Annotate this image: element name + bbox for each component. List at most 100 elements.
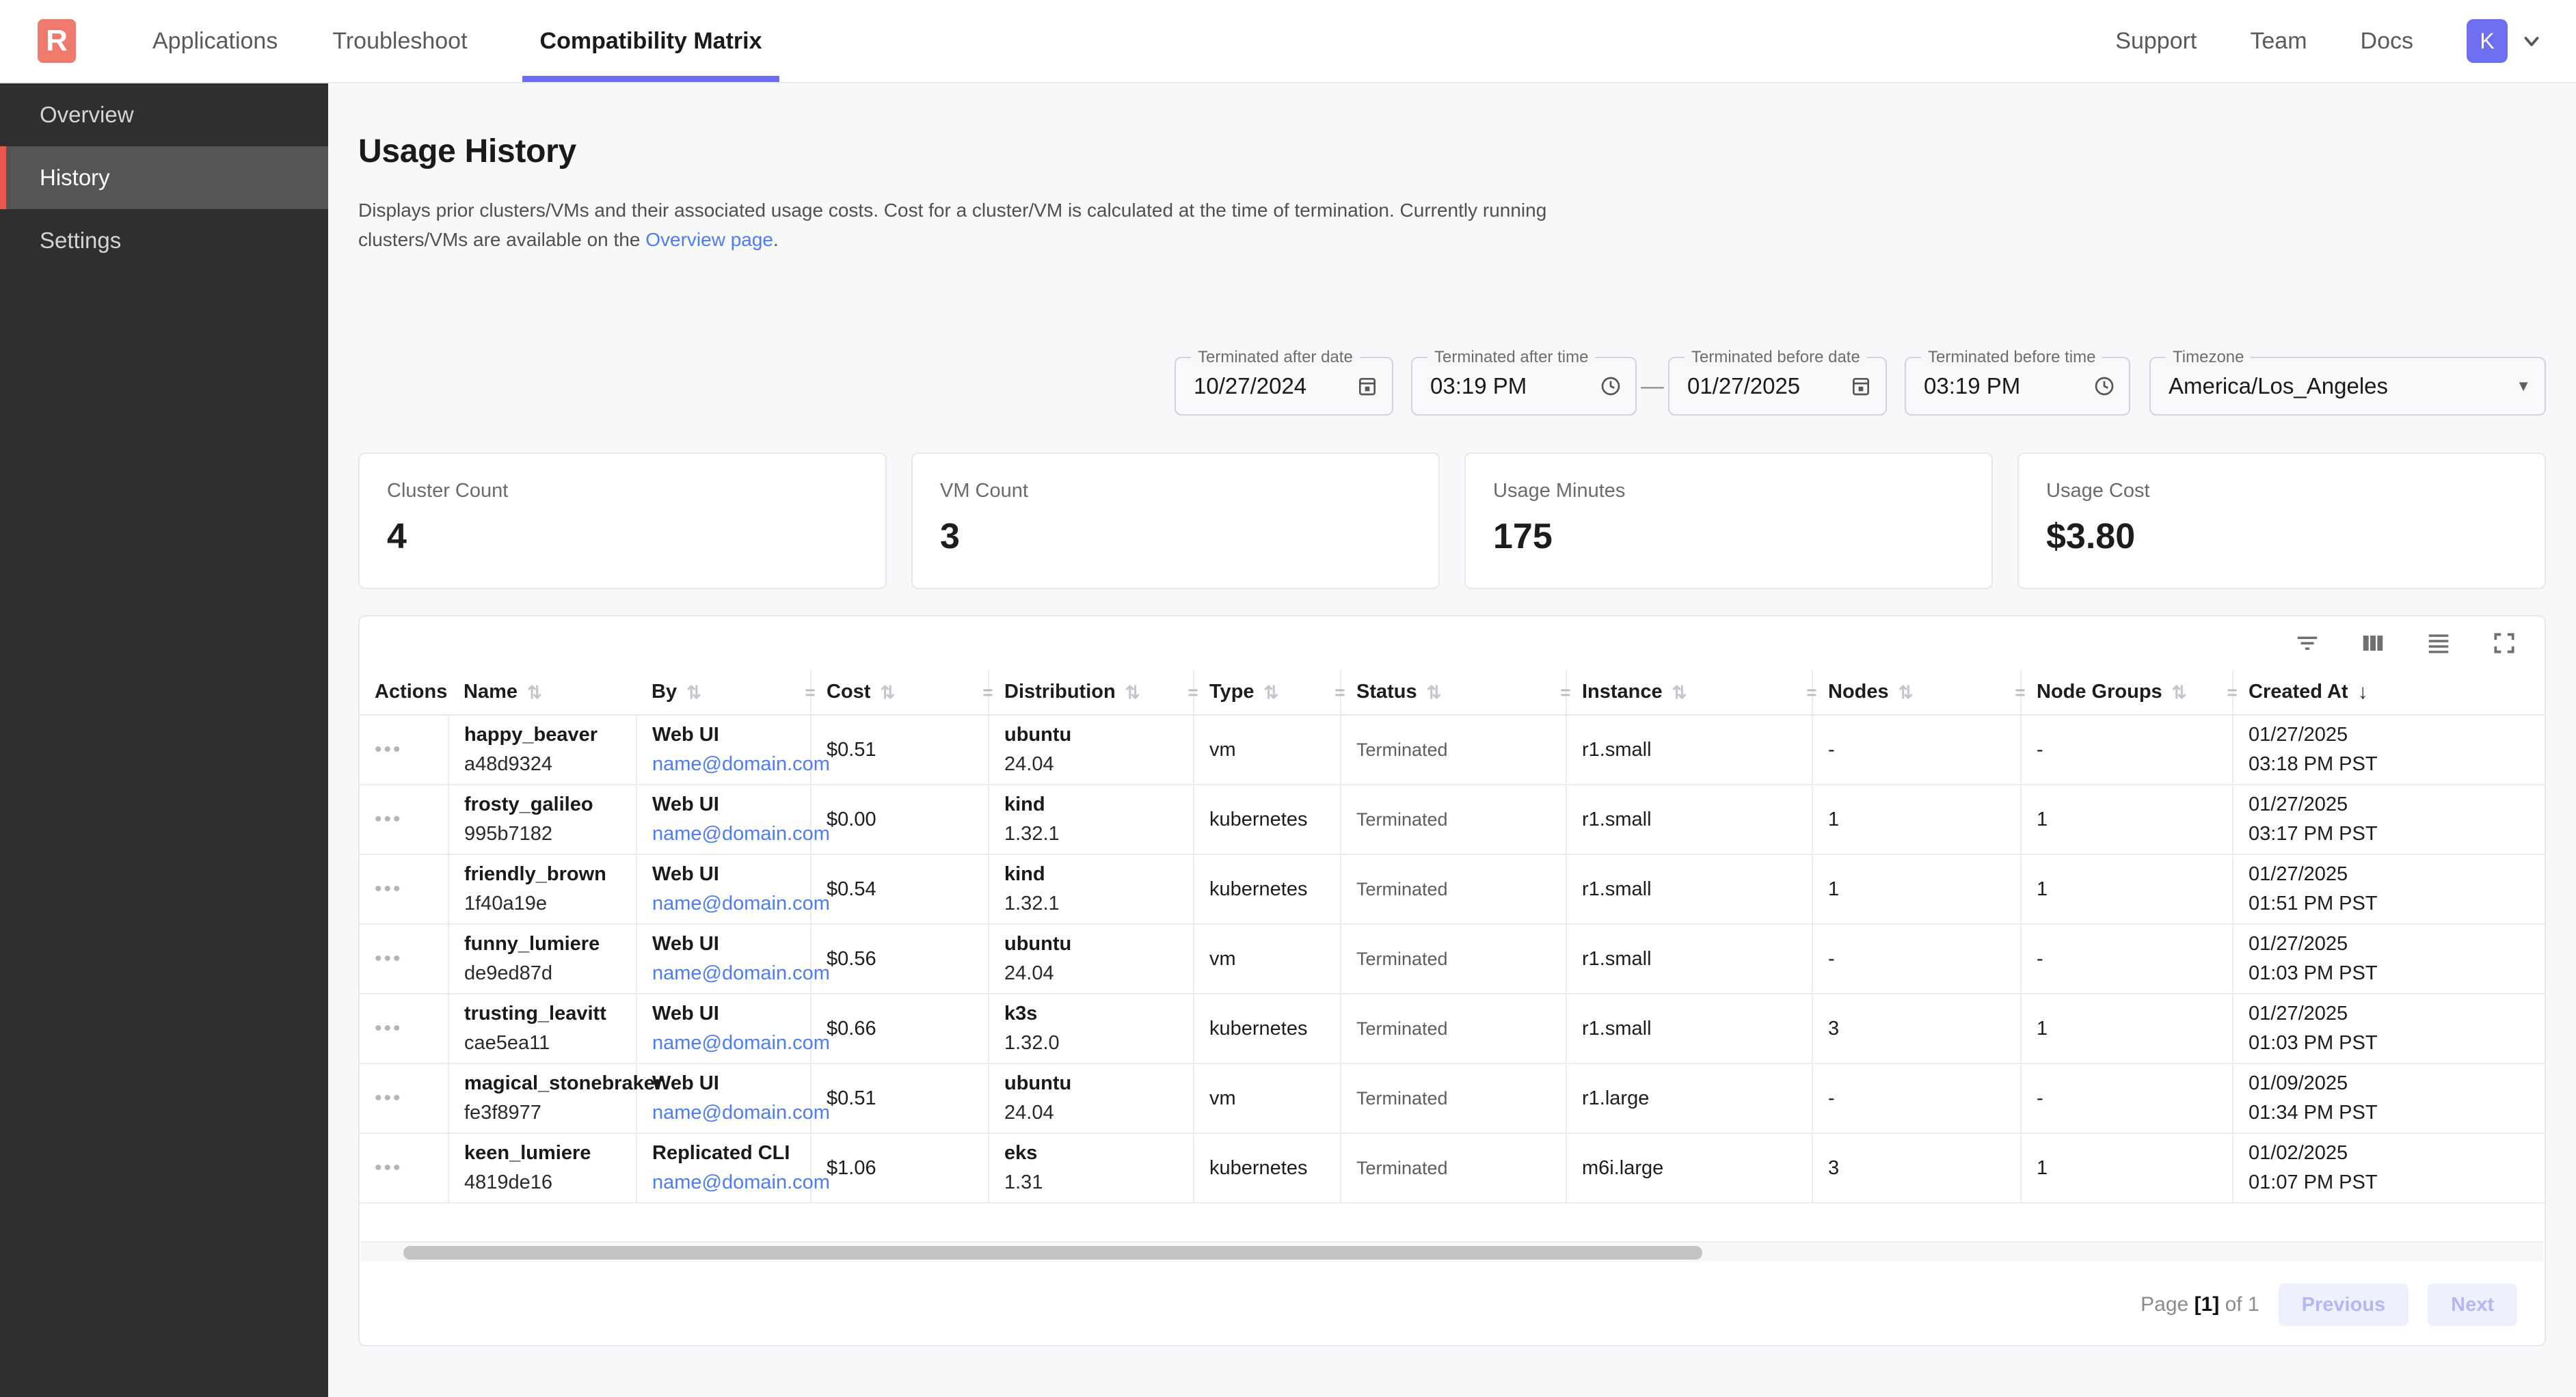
terminated-after-time-label: Terminated after time xyxy=(1427,348,1595,367)
sidebar-item-overview[interactable]: Overview xyxy=(0,83,328,146)
cell-distribution: kind1.32.1 xyxy=(989,785,1194,854)
cell-by: Web UIname@domain.com xyxy=(636,994,811,1063)
terminated-before-time-field[interactable]: Terminated before time 03:19 PM xyxy=(1905,357,2130,416)
terminated-before-date-field[interactable]: Terminated before date 01/27/2025 xyxy=(1668,357,1887,416)
row-email-link[interactable]: name@domain.com xyxy=(652,893,795,915)
row-email-link[interactable]: name@domain.com xyxy=(652,1032,795,1055)
cell-node-groups: - xyxy=(2021,1063,2233,1133)
column-header-name[interactable]: Name⇅ xyxy=(448,670,636,715)
row-actions-menu-icon[interactable]: ••• xyxy=(375,878,403,900)
row-id: 995b7182 xyxy=(464,823,621,845)
nav-link-docs[interactable]: Docs xyxy=(2361,28,2413,55)
row-version: 24.04 xyxy=(1004,1102,1178,1124)
row-distribution: kind xyxy=(1004,794,1178,816)
row-email-link[interactable]: name@domain.com xyxy=(652,823,795,845)
cell-actions[interactable]: ••• xyxy=(360,785,448,854)
filter-bar: Terminated after date 10/27/2024 Termina… xyxy=(328,357,2546,416)
table-row[interactable]: ••• keen_lumiere4819de16 Replicated CLIn… xyxy=(360,1133,2545,1203)
timezone-select[interactable]: Timezone America/Los_Angeles ▼ xyxy=(2149,357,2546,416)
column-header-status[interactable]: Status⇅ = xyxy=(1341,670,1566,715)
table-row[interactable]: ••• frosty_galileo995b7182 Web UIname@do… xyxy=(360,785,2545,854)
row-actions-menu-icon[interactable]: ••• xyxy=(375,1017,403,1040)
next-page-button[interactable]: Next xyxy=(2428,1284,2517,1326)
overview-page-link[interactable]: Overview page xyxy=(645,229,773,250)
sort-icon[interactable]: ⇅ xyxy=(1264,683,1279,701)
column-header-nodes[interactable]: Nodes⇅ = xyxy=(1812,670,2021,715)
stat-card-value: 175 xyxy=(1493,516,1964,557)
table-row[interactable]: ••• happy_beavera48d9324 Web UIname@doma… xyxy=(360,715,2545,785)
column-header-by[interactable]: By⇅ = xyxy=(636,670,811,715)
scrollbar-thumb[interactable] xyxy=(403,1246,1702,1260)
density-icon[interactable] xyxy=(2421,626,2456,660)
nav-link-support[interactable]: Support xyxy=(2115,28,2197,55)
sort-icon[interactable]: ⇅ xyxy=(880,683,895,701)
avatar[interactable]: K xyxy=(2467,19,2508,63)
row-actions-menu-icon[interactable]: ••• xyxy=(375,738,403,761)
cell-name: magical_stonebrakerfe3f8977 xyxy=(448,1063,636,1133)
nav-link-team[interactable]: Team xyxy=(2250,28,2307,55)
terminated-after-time-field[interactable]: Terminated after time 03:19 PM xyxy=(1411,357,1637,416)
column-header-created-at[interactable]: Created At↓ xyxy=(2233,670,2545,715)
row-email-link[interactable]: name@domain.com xyxy=(652,962,795,985)
nav-link-troubleshoot[interactable]: Troubleshoot xyxy=(332,0,467,82)
row-actions-menu-icon[interactable]: ••• xyxy=(375,808,403,830)
sort-icon[interactable]: ⇅ xyxy=(2172,683,2187,701)
sidebar-item-history[interactable]: History xyxy=(0,146,328,209)
row-actions-menu-icon[interactable]: ••• xyxy=(375,1156,403,1179)
cell-distribution: ubuntu24.04 xyxy=(989,715,1194,785)
column-header-cost[interactable]: Cost⇅ = xyxy=(811,670,989,715)
cell-actions[interactable]: ••• xyxy=(360,994,448,1063)
row-email-link[interactable]: name@domain.com xyxy=(652,1102,795,1124)
sort-icon[interactable]: ⇅ xyxy=(1427,683,1442,701)
table-row[interactable]: ••• magical_stonebrakerfe3f8977 Web UIna… xyxy=(360,1063,2545,1133)
clock-icon[interactable] xyxy=(2077,375,2115,397)
page-title: Usage History xyxy=(358,133,2576,170)
table-scroll-region[interactable]: Actions Name⇅ By⇅ = Cost⇅ = xyxy=(360,670,2545,1204)
columns-icon[interactable] xyxy=(2356,626,2390,660)
row-by: Web UI xyxy=(652,863,795,886)
cell-actions[interactable]: ••• xyxy=(360,924,448,994)
row-created-date: 01/27/2025 xyxy=(2249,794,2530,816)
sort-icon[interactable]: ⇅ xyxy=(527,683,542,701)
cell-actions[interactable]: ••• xyxy=(360,854,448,924)
sort-icon[interactable]: ⇅ xyxy=(1672,683,1687,701)
table-row[interactable]: ••• friendly_brown1f40a19e Web UIname@do… xyxy=(360,854,2545,924)
cell-actions[interactable]: ••• xyxy=(360,1063,448,1133)
row-name: trusting_leavitt xyxy=(464,1003,621,1025)
sort-icon[interactable]: ⇅ xyxy=(686,683,701,701)
row-email-link[interactable]: name@domain.com xyxy=(652,753,795,776)
clock-icon[interactable] xyxy=(1583,375,1622,397)
fullscreen-icon[interactable] xyxy=(2487,626,2521,660)
cell-name: frosty_galileo995b7182 xyxy=(448,785,636,854)
nav-link-applications[interactable]: Applications xyxy=(152,0,278,82)
nav-link-compatibility-matrix[interactable]: Compatibility Matrix xyxy=(522,0,780,82)
cell-actions[interactable]: ••• xyxy=(360,715,448,785)
row-created-time: 01:51 PM PST xyxy=(2249,893,2530,915)
table-row[interactable]: ••• trusting_leavittcae5ea11 Web UIname@… xyxy=(360,994,2545,1063)
chevron-down-icon[interactable] xyxy=(2520,29,2543,53)
sidebar-item-settings[interactable]: Settings xyxy=(0,209,328,272)
previous-page-button[interactable]: Previous xyxy=(2279,1284,2409,1326)
column-header-instance[interactable]: Instance⇅ = xyxy=(1566,670,1812,715)
brand-logo[interactable]: R xyxy=(38,19,76,63)
row-created-time: 03:18 PM PST xyxy=(2249,753,2530,776)
page-description: Displays prior clusters/VMs and their as… xyxy=(358,196,1643,254)
sort-icon[interactable]: ⇅ xyxy=(1125,683,1140,701)
row-actions-menu-icon[interactable]: ••• xyxy=(375,1087,403,1109)
calendar-icon[interactable] xyxy=(1834,375,1872,397)
cell-actions[interactable]: ••• xyxy=(360,1133,448,1203)
row-actions-menu-icon[interactable]: ••• xyxy=(375,947,403,970)
column-header-type[interactable]: Type⇅ = xyxy=(1194,670,1341,715)
sort-icon[interactable]: ⇅ xyxy=(1899,683,1914,701)
calendar-icon[interactable] xyxy=(1340,375,1378,397)
terminated-after-date-field[interactable]: Terminated after date 10/27/2024 xyxy=(1175,357,1393,416)
row-email-link[interactable]: name@domain.com xyxy=(652,1171,795,1194)
sort-desc-icon[interactable]: ↓ xyxy=(2358,682,2368,703)
column-header-node-groups[interactable]: Node Groups⇅ = xyxy=(2021,670,2233,715)
filter-icon[interactable] xyxy=(2290,626,2324,660)
horizontal-scrollbar[interactable] xyxy=(361,1241,2543,1262)
caret-down-icon[interactable]: ▼ xyxy=(2499,377,2531,395)
column-header-distribution[interactable]: Distribution⇅ = xyxy=(989,670,1194,715)
table-row[interactable]: ••• funny_lumierede9ed87d Web UIname@dom… xyxy=(360,924,2545,994)
main-content: Usage History Displays prior clusters/VM… xyxy=(328,83,2576,1397)
